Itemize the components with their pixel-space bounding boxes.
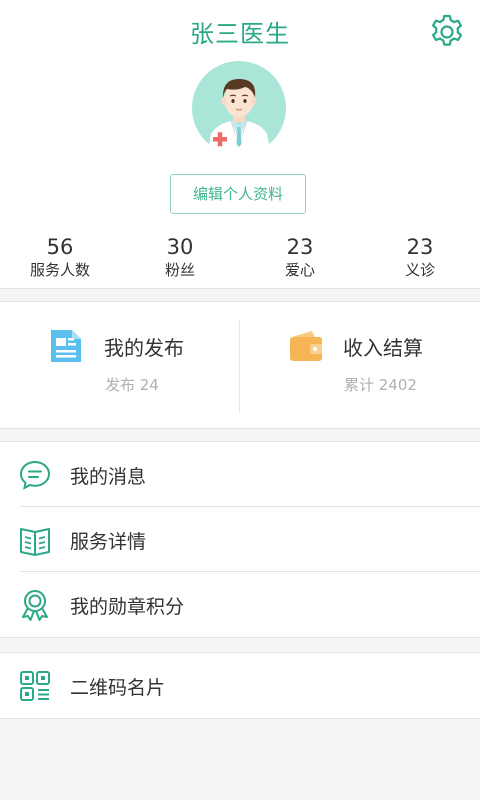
stat-value: 23 bbox=[286, 235, 314, 259]
stat-service-count[interactable]: 56 服务人数 bbox=[0, 234, 120, 280]
medal-icon bbox=[22, 590, 48, 621]
income-settlement-label: 收入结算 bbox=[343, 336, 423, 360]
menu-item-medals[interactable]: 我的勋章积分 bbox=[0, 572, 480, 637]
document-icon bbox=[51, 330, 81, 362]
menu-item-label: 服务详情 bbox=[70, 531, 147, 553]
stat-label: 义诊 bbox=[404, 261, 435, 279]
menu-item-messages[interactable]: 我的消息 bbox=[0, 442, 480, 507]
my-publish-label: 我的发布 bbox=[104, 336, 184, 360]
my-publish-card[interactable]: 我的发布 发布 24 bbox=[0, 302, 239, 428]
menu-item-label: 我的消息 bbox=[70, 466, 147, 488]
menu-item-qr-card[interactable]: 二维码名片 bbox=[0, 653, 480, 718]
stat-fans[interactable]: 30 粉丝 bbox=[120, 234, 240, 280]
doctor-avatar bbox=[192, 61, 286, 155]
stat-free-clinic[interactable]: 23 义诊 bbox=[360, 234, 480, 280]
stat-value: 56 bbox=[46, 235, 74, 259]
income-settlement-card[interactable]: 收入结算 累计 2402 bbox=[240, 302, 479, 428]
gear-icon[interactable] bbox=[428, 13, 466, 51]
stat-label: 粉丝 bbox=[164, 261, 195, 279]
stats-row: 56 服务人数 30 粉丝 23 爱心 23 义诊 bbox=[0, 234, 480, 284]
chat-bubble-icon bbox=[19, 460, 51, 490]
my-publish-count: 发布 24 bbox=[105, 376, 159, 394]
stat-label: 爱心 bbox=[284, 261, 315, 279]
wallet-icon bbox=[290, 331, 322, 361]
stat-label: 服务人数 bbox=[29, 261, 90, 279]
quick-actions: 我的发布 发布 24 收入结算 累计 2402 bbox=[0, 301, 480, 429]
stat-value: 30 bbox=[166, 235, 194, 259]
page-title: 张三医生 bbox=[190, 20, 290, 48]
menu-item-label: 我的勋章积分 bbox=[70, 596, 185, 618]
stat-love[interactable]: 23 爱心 bbox=[240, 234, 360, 280]
qr-code-icon bbox=[20, 671, 50, 701]
menu-item-service-details[interactable]: 服务详情 bbox=[0, 507, 480, 572]
profile-header: 张三医生 编辑个人资料 56 服务人数 30 粉丝 23 爱心 23 义诊 bbox=[0, 0, 480, 289]
menu-item-label: 二维码名片 bbox=[70, 677, 166, 699]
menu-list-secondary: 二维码名片 bbox=[0, 652, 480, 719]
book-icon bbox=[20, 528, 50, 556]
edit-profile-button[interactable]: 编辑个人资料 bbox=[170, 174, 306, 214]
stat-value: 23 bbox=[406, 235, 434, 259]
income-total: 累计 2402 bbox=[344, 376, 417, 394]
menu-list: 我的消息 服务详情 我的勋章积分 bbox=[0, 441, 480, 638]
